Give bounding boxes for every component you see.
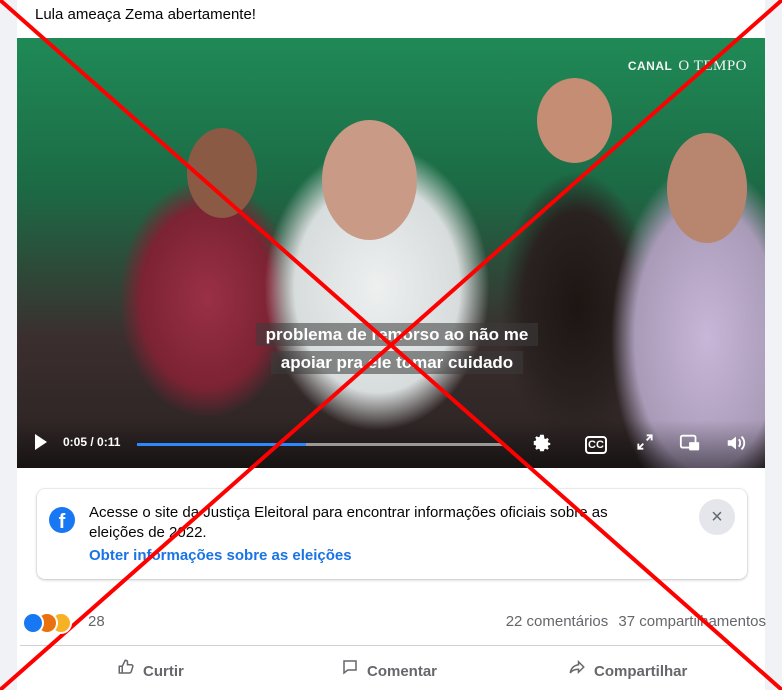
- video-figure: [322, 120, 417, 240]
- video-time: 0:05 / 0:11: [63, 435, 121, 449]
- post-stats: 22 comentários 37 compartilhamentos: [506, 613, 766, 630]
- subtitle-line-2: apoiar pra ele tomar cuidado: [270, 351, 524, 374]
- volume-icon[interactable]: [725, 432, 749, 456]
- comment-count[interactable]: 22 comentários: [506, 613, 609, 630]
- like-button[interactable]: Curtir: [117, 658, 184, 681]
- channel-watermark: CANAL O TEMPO: [627, 58, 747, 74]
- expand-icon[interactable]: [635, 432, 659, 456]
- post-text: Lula ameaça Zema abertamente!: [35, 6, 256, 23]
- captions-icon[interactable]: CC: [585, 436, 607, 454]
- progress-fill: [137, 443, 307, 446]
- facebook-logo-icon: f: [49, 507, 75, 533]
- election-info-text: Acesse o site da Justiça Eleitoral para …: [89, 504, 608, 541]
- video-figure: [187, 128, 257, 218]
- divider: [20, 645, 732, 646]
- share-count[interactable]: 37 compartilhamentos: [618, 613, 766, 630]
- election-info-link[interactable]: Obter informações sobre as eleições: [89, 547, 352, 564]
- video-player[interactable]: CANAL O TEMPO problema de remorso ao não …: [17, 38, 765, 468]
- share-icon: [568, 658, 586, 681]
- thumbs-up-icon: [117, 658, 135, 681]
- like-reaction-icon: [22, 612, 44, 634]
- video-subtitle: problema de remorso ao não me apoiar pra…: [237, 321, 557, 377]
- gear-icon[interactable]: [531, 432, 555, 456]
- video-figure: [667, 133, 747, 243]
- subtitle-line-1: problema de remorso ao não me: [255, 323, 539, 346]
- comment-button[interactable]: Comentar: [341, 658, 437, 681]
- reaction-count[interactable]: 28: [88, 613, 105, 630]
- share-button[interactable]: Compartilhar: [568, 658, 687, 681]
- close-button[interactable]: ×: [699, 499, 735, 535]
- video-figure: [537, 78, 612, 163]
- election-info-box: f Acesse o site da Justiça Eleitoral par…: [37, 489, 747, 579]
- post-card: Lula ameaça Zema abertamente! CANAL O TEM…: [17, 0, 765, 690]
- progress-bar[interactable]: [137, 443, 505, 446]
- play-icon[interactable]: [35, 434, 47, 450]
- video-controls: 0:05 / 0:11 CC: [17, 420, 765, 468]
- picture-in-picture-icon[interactable]: [679, 432, 703, 456]
- comment-icon: [341, 658, 359, 681]
